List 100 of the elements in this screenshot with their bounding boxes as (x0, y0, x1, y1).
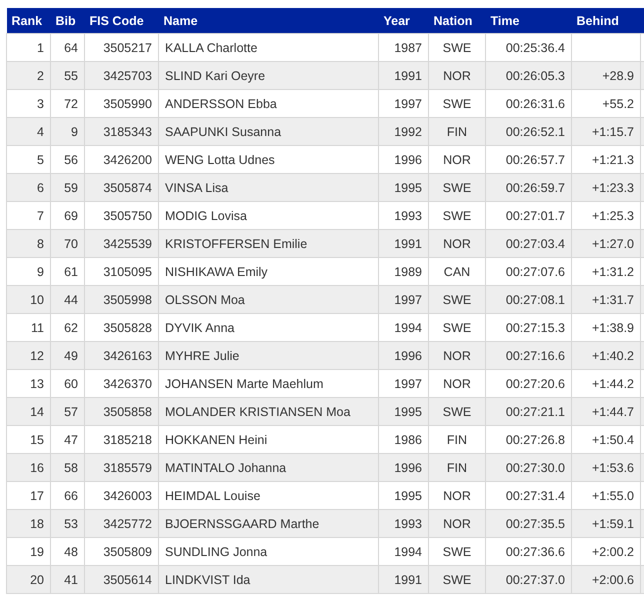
table-cell: 57 (64, 404, 78, 418)
table-cell: 00:27:35.5 (506, 516, 565, 530)
table-cell: KRISTOFFERSEN Emilie (165, 236, 308, 250)
column-header[interactable]: Time (486, 8, 572, 34)
table-cell: SAAPUNKI Susanna (165, 124, 282, 138)
table-cell: 1997 (394, 376, 422, 390)
table-cell: +1:21.3 (592, 152, 634, 166)
table-cell: 10 (30, 292, 44, 306)
table-cell: 3426003 (103, 488, 152, 502)
table-cell: WENG Lotta Udnes (165, 152, 275, 166)
table-cell: 60 (64, 376, 78, 390)
table-cell: 41 (64, 572, 78, 586)
table-cell: NOR (443, 68, 471, 82)
table-cell: 00:27:37.0 (506, 572, 565, 586)
table-cell: SWE (442, 320, 472, 334)
table-cell: 00:26:52.1 (506, 124, 565, 138)
table-cell: MYHRE Julie (165, 348, 240, 362)
table-cell: 58 (64, 460, 78, 474)
table-cell: 3505874 (103, 180, 152, 194)
table-cell: 3426163 (103, 348, 152, 362)
table-cell: NOR (443, 236, 471, 250)
table-cell: SWE (442, 544, 472, 558)
table-cell: 00:25:36.4 (506, 40, 565, 54)
table-cell: 00:27:15.3 (506, 320, 565, 334)
table-cell: 00:26:05.3 (506, 68, 565, 82)
table-cell: 3505809 (103, 544, 152, 558)
table-cell: 6 (37, 180, 44, 194)
table-cell: JOHANSEN Marte Maehlum (165, 376, 324, 390)
table-cell: 1 (37, 40, 44, 54)
table-cell: 48 (64, 544, 78, 558)
table-cell: 00:27:36.6 (506, 544, 565, 558)
table-cell: +1:31.2 (592, 264, 634, 278)
table-cell: 69 (64, 208, 78, 222)
table-cell: 16 (30, 460, 44, 474)
table-cell: 3505217 (103, 40, 152, 54)
table-cell: 00:27:03.4 (506, 236, 565, 250)
table-cell: 3425539 (103, 236, 152, 250)
table-cell: 49 (64, 348, 78, 362)
table-cell: 00:26:31.6 (506, 96, 565, 110)
table-cell: FIN (446, 460, 468, 474)
table-cell: 1986 (394, 432, 422, 446)
table-cell: +1:31.7 (592, 292, 634, 306)
table-cell: SWE (442, 292, 472, 306)
table-cell: SLIND Kari Oeyre (165, 68, 266, 82)
table-cell: 3185343 (103, 124, 152, 138)
table-cell: 55 (64, 68, 78, 82)
table-cell: MODIG Lovisa (165, 208, 247, 222)
table-cell: +1:40.2 (592, 348, 634, 362)
table-cell: 3505990 (103, 96, 152, 110)
table-cell: 3426370 (103, 376, 152, 390)
table-cell: 59 (64, 180, 78, 194)
table-cell: 18 (30, 516, 44, 530)
table-cell: 3185579 (103, 460, 152, 474)
table-cell: HEIMDAL Louise (165, 488, 260, 502)
table-cell: 1997 (394, 96, 422, 110)
table-cell: +2:00.2 (592, 544, 634, 558)
table-cell: BJOERNSSGAARD Marthe (165, 516, 320, 530)
table-cell: 3425772 (103, 516, 152, 530)
column-header[interactable]: Bib (50, 8, 84, 34)
table-cell: DYVIK Anna (165, 320, 234, 334)
table-cell: 70 (64, 236, 78, 250)
table-cell: 3185218 (103, 432, 152, 446)
table-cell: 1994 (394, 320, 422, 334)
table-cell: 1996 (394, 348, 422, 362)
table-cell: +1:59.1 (592, 516, 634, 530)
table-cell: 1995 (394, 180, 422, 194)
table-cell: 4 (37, 124, 44, 138)
column-header[interactable]: FIS Code (84, 8, 158, 34)
table-cell: +1:44.7 (592, 404, 634, 418)
table-cell: 3505750 (103, 208, 152, 222)
table-cell: 1995 (394, 404, 422, 418)
table-cell: ANDERSSON Ebba (165, 96, 277, 110)
table-cell: +1:23.3 (592, 180, 634, 194)
table-cell: 2 (37, 68, 44, 82)
table-cell: 1996 (394, 152, 422, 166)
table-cell: SWE (442, 40, 472, 54)
table-cell: 00:26:57.7 (506, 152, 565, 166)
table-cell: 1993 (394, 208, 422, 222)
table-cell: 53 (64, 516, 78, 530)
table-cell: NOR (443, 152, 471, 166)
column-header[interactable]: Rank (6, 8, 50, 34)
table-cell: 56 (64, 152, 78, 166)
table-cell: 00:27:21.1 (506, 404, 565, 418)
table-cell: NOR (443, 516, 471, 530)
table-cell: 1992 (394, 124, 422, 138)
table-cell: SWE (442, 208, 472, 222)
table-cell: 3425703 (103, 68, 152, 82)
column-header[interactable]: Behind (572, 8, 640, 34)
table-cell: 1995 (394, 488, 422, 502)
table-cell: 1996 (394, 460, 422, 474)
column-header[interactable]: Name (158, 8, 378, 34)
table-cell: 1989 (394, 264, 422, 278)
table-cell: 11 (31, 320, 44, 334)
column-header[interactable]: Year (378, 8, 428, 34)
table-cell: 3505614 (103, 572, 152, 586)
column-header[interactable]: Nation (428, 8, 486, 34)
table-cell: 62 (64, 320, 78, 334)
table-cell: 00:27:20.6 (506, 376, 565, 390)
table-cell: SWE (442, 180, 472, 194)
table-cell: 1994 (394, 544, 422, 558)
